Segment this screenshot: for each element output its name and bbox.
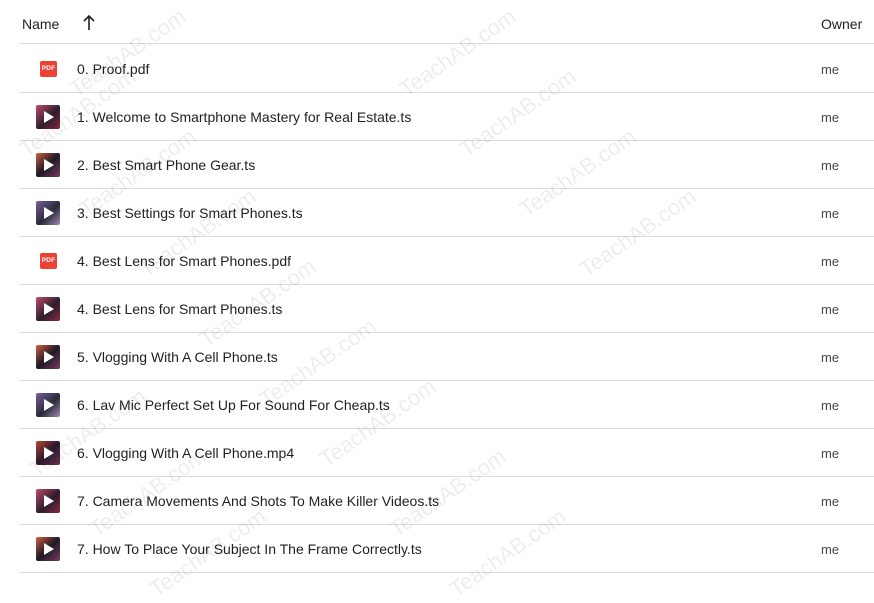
file-name[interactable]: 6. Lav Mic Perfect Set Up For Sound For … [77,397,390,413]
file-owner: me [821,350,840,365]
file-row[interactable]: 4. Best Lens for Smart Phones.ts me [20,285,874,333]
column-header-owner: Owner [821,16,863,32]
play-icon [44,159,54,171]
file-owner: me [821,302,840,317]
file-owner: me [821,206,840,221]
file-row[interactable]: 6. Lav Mic Perfect Set Up For Sound For … [20,381,874,429]
file-name[interactable]: 0. Proof.pdf [77,61,149,77]
column-header-name[interactable]: Name [22,16,59,32]
file-list-header: Name Owner [20,0,874,44]
file-row[interactable]: 6. Vlogging With A Cell Phone.mp4 me [20,429,874,477]
file-name[interactable]: 7. How To Place Your Subject In The Fram… [77,541,422,557]
video-thumbnail-icon [36,201,60,225]
play-icon [44,447,54,459]
file-row[interactable]: 1. Welcome to Smartphone Mastery for Rea… [20,93,874,141]
video-thumbnail-icon [36,297,60,321]
file-name[interactable]: 4. Best Lens for Smart Phones.pdf [77,253,291,269]
file-row[interactable]: 7. Camera Movements And Shots To Make Ki… [20,477,874,525]
video-thumbnail-icon [36,441,60,465]
file-row[interactable]: 2. Best Smart Phone Gear.ts me [20,141,874,189]
file-owner: me [821,398,840,413]
file-row[interactable]: 3. Best Settings for Smart Phones.ts me [20,189,874,237]
pdf-file-icon: PDF [40,61,57,77]
file-owner: me [821,254,840,269]
video-thumbnail-icon [36,393,60,417]
file-owner: me [821,542,840,557]
file-row[interactable]: 7. How To Place Your Subject In The Fram… [20,525,874,573]
file-owner: me [821,494,840,509]
play-icon [44,351,54,363]
file-name[interactable]: 7. Camera Movements And Shots To Make Ki… [77,493,439,509]
file-owner: me [821,446,840,461]
play-icon [44,303,54,315]
pdf-file-icon: PDF [40,253,57,269]
file-owner: me [821,110,840,125]
play-icon [44,207,54,219]
file-list: PDF 0. Proof.pdf me 1. Welcome to Smartphon… [20,45,874,573]
play-icon [44,543,54,555]
play-icon [44,399,54,411]
file-owner: me [821,158,840,173]
file-name[interactable]: 4. Best Lens for Smart Phones.ts [77,301,282,317]
video-thumbnail-icon [36,153,60,177]
play-icon [44,111,54,123]
video-thumbnail-icon [36,537,60,561]
file-name[interactable]: 5. Vlogging With A Cell Phone.ts [77,349,278,365]
file-owner: me [821,62,840,77]
file-row[interactable]: 5. Vlogging With A Cell Phone.ts me [20,333,874,381]
video-thumbnail-icon [36,105,60,129]
file-name[interactable]: 2. Best Smart Phone Gear.ts [77,157,255,173]
file-name[interactable]: 3. Best Settings for Smart Phones.ts [77,205,303,221]
video-thumbnail-icon [36,489,60,513]
play-icon [44,495,54,507]
arrow-up-icon[interactable] [81,14,97,32]
video-thumbnail-icon [36,345,60,369]
file-row[interactable]: PDF 4. Best Lens for Smart Phones.pdf me [20,237,874,285]
file-name[interactable]: 1. Welcome to Smartphone Mastery for Rea… [77,109,411,125]
file-name[interactable]: 6. Vlogging With A Cell Phone.mp4 [77,445,294,461]
file-row[interactable]: PDF 0. Proof.pdf me [20,45,874,93]
